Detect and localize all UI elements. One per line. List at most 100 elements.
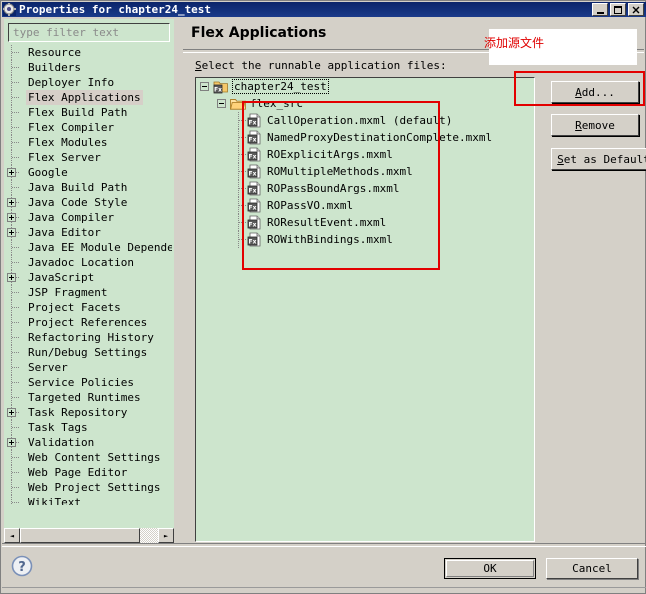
expand-plus-icon[interactable] (6, 225, 26, 240)
sidebar-item-javadoc-location[interactable]: Javadoc Location (6, 255, 172, 270)
footer-separator (2, 543, 646, 547)
sidebar-item-label: Server (26, 360, 70, 375)
help-question-icon[interactable]: ? (11, 555, 33, 577)
remove-button[interactable]: Remove (551, 114, 639, 136)
sidebar-item-label: JavaScript (26, 270, 96, 285)
sidebar-item-label: Java Compiler (26, 210, 116, 225)
tree-connector-icon (6, 105, 26, 120)
description-mnemonic: S (195, 59, 202, 72)
set-as-default-button[interactable]: Set as Default (551, 148, 646, 170)
sidebar-item-label: Targeted Runtimes (26, 390, 143, 405)
sidebar-item-project-references[interactable]: Project References (6, 315, 172, 330)
sidebar-item-wikitext[interactable]: WikiText (6, 495, 172, 505)
svg-text:?: ? (18, 560, 26, 575)
sidebar-item-flex-server[interactable]: Flex Server (6, 150, 172, 165)
sidebar-item-java-code-style[interactable]: Java Code Style (6, 195, 172, 210)
sidebar-item-label: Java Editor (26, 225, 103, 240)
expand-plus-icon[interactable] (6, 195, 26, 210)
sidebar-item-jsp-fragment[interactable]: JSP Fragment (6, 285, 172, 300)
tree-connector-icon (6, 330, 26, 345)
sidebar-item-label: Run/Debug Settings (26, 345, 149, 360)
sidebar-item-javascript[interactable]: JavaScript (6, 270, 172, 285)
filter-input-wrapper[interactable]: type filter text (8, 23, 170, 42)
sidebar-item-builders[interactable]: Builders (6, 60, 172, 75)
sidebar-item-server[interactable]: Server (6, 360, 172, 375)
scroll-left-arrow-icon[interactable]: ◄ (4, 528, 20, 543)
expand-plus-icon[interactable] (6, 270, 26, 285)
tree-connector-icon (6, 90, 26, 105)
ok-button-label: OK (483, 562, 496, 575)
window-controls (592, 3, 644, 16)
sidebar-item-service-policies[interactable]: Service Policies (6, 375, 172, 390)
expand-plus-icon[interactable] (6, 210, 26, 225)
sidebar-item-label: Java Code Style (26, 195, 129, 210)
settings-category-pane: type filter text ResourceBuildersDeploye… (4, 19, 174, 532)
sidebar-item-label: Javadoc Location (26, 255, 136, 270)
svg-text:Fx: Fx (214, 87, 222, 94)
sidebar-item-deployer-info[interactable]: Deployer Info (6, 75, 172, 90)
sidebar-item-label: Flex Build Path (26, 105, 129, 120)
ok-button[interactable]: OK (444, 558, 536, 579)
sidebar-item-web-project-settings[interactable]: Web Project Settings (6, 480, 172, 495)
sidebar-item-java-editor[interactable]: Java Editor (6, 225, 172, 240)
sidebar-item-run-debug-settings[interactable]: Run/Debug Settings (6, 345, 172, 360)
close-button[interactable] (628, 3, 644, 16)
maximize-button[interactable] (610, 3, 626, 16)
sidebar-item-flex-build-path[interactable]: Flex Build Path (6, 105, 172, 120)
sidebar-item-label: Resource (26, 45, 83, 60)
bottom-border (2, 587, 646, 588)
sidebar-item-web-page-editor[interactable]: Web Page Editor (6, 465, 172, 480)
sidebar-item-flex-compiler[interactable]: Flex Compiler (6, 120, 172, 135)
page-description: Select the runnable application files: (195, 59, 447, 72)
sidebar-item-task-repository[interactable]: Task Repository (6, 405, 172, 420)
tree-connector-icon (6, 495, 26, 505)
sidebar-item-google[interactable]: Google (6, 165, 172, 180)
expand-plus-icon[interactable] (6, 435, 26, 450)
tree-connector-icon (6, 480, 26, 495)
category-tree[interactable]: ResourceBuildersDeployer InfoFlex Applic… (6, 45, 172, 505)
tree-connector-icon (6, 345, 26, 360)
remove-button-mnemonic: R (575, 119, 582, 132)
cancel-button[interactable]: Cancel (546, 558, 638, 579)
sidebar-item-label: Web Project Settings (26, 480, 162, 495)
sidebar-item-label: Project Facets (26, 300, 123, 315)
sidebar-item-web-content-settings[interactable]: Web Content Settings (6, 450, 172, 465)
sidebar-item-refactoring-history[interactable]: Refactoring History (6, 330, 172, 345)
sidebar-item-label: Validation (26, 435, 96, 450)
description-text: elect the runnable application files: (202, 59, 447, 72)
sidebar-item-targeted-runtimes[interactable]: Targeted Runtimes (6, 390, 172, 405)
scrollbar-thumb[interactable] (20, 528, 140, 543)
tree-connector-icon (6, 255, 26, 270)
expand-plus-icon[interactable] (6, 165, 26, 180)
set-default-mnemonic: S (557, 153, 564, 166)
sidebar-item-java-ee-module-dependenc[interactable]: Java EE Module Dependenc (6, 240, 172, 255)
tree-connector-icon (6, 60, 26, 75)
sidebar-item-java-compiler[interactable]: Java Compiler (6, 210, 172, 225)
minimize-button[interactable] (592, 3, 608, 16)
expand-plus-icon[interactable] (6, 405, 26, 420)
tree-row[interactable]: Fx chapter24_test (196, 78, 534, 95)
collapse-minus-icon[interactable] (217, 99, 226, 108)
tree-connector-icon (6, 180, 26, 195)
sidebar-item-project-facets[interactable]: Project Facets (6, 300, 172, 315)
sidebar-item-validation[interactable]: Validation (6, 435, 172, 450)
sidebar-item-label: Flex Compiler (26, 120, 116, 135)
sidebar-item-flex-applications[interactable]: Flex Applications (6, 90, 172, 105)
sidebar-item-label: Java EE Module Dependenc (26, 240, 172, 255)
tree-connector-icon (6, 315, 26, 330)
sidebar-item-task-tags[interactable]: Task Tags (6, 420, 172, 435)
cancel-button-label: Cancel (572, 562, 612, 575)
tree-row-label: chapter24_test (232, 79, 329, 94)
scroll-right-arrow-icon[interactable]: ► (158, 528, 174, 543)
sidebar-item-flex-modules[interactable]: Flex Modules (6, 135, 172, 150)
sidebar-hscrollbar[interactable]: ◄ ► (4, 527, 174, 544)
sidebar-item-java-build-path[interactable]: Java Build Path (6, 180, 172, 195)
sidebar-item-label: Web Content Settings (26, 450, 162, 465)
sidebar-item-label: JSP Fragment (26, 285, 109, 300)
tree-connector-icon (6, 150, 26, 165)
sidebar-item-resource[interactable]: Resource (6, 45, 172, 60)
scrollbar-track[interactable] (20, 528, 158, 543)
properties-dialog: Properties for chapter24_test type filte… (0, 0, 646, 594)
sidebar-item-label: Task Repository (26, 405, 129, 420)
collapse-minus-icon[interactable] (200, 82, 209, 91)
